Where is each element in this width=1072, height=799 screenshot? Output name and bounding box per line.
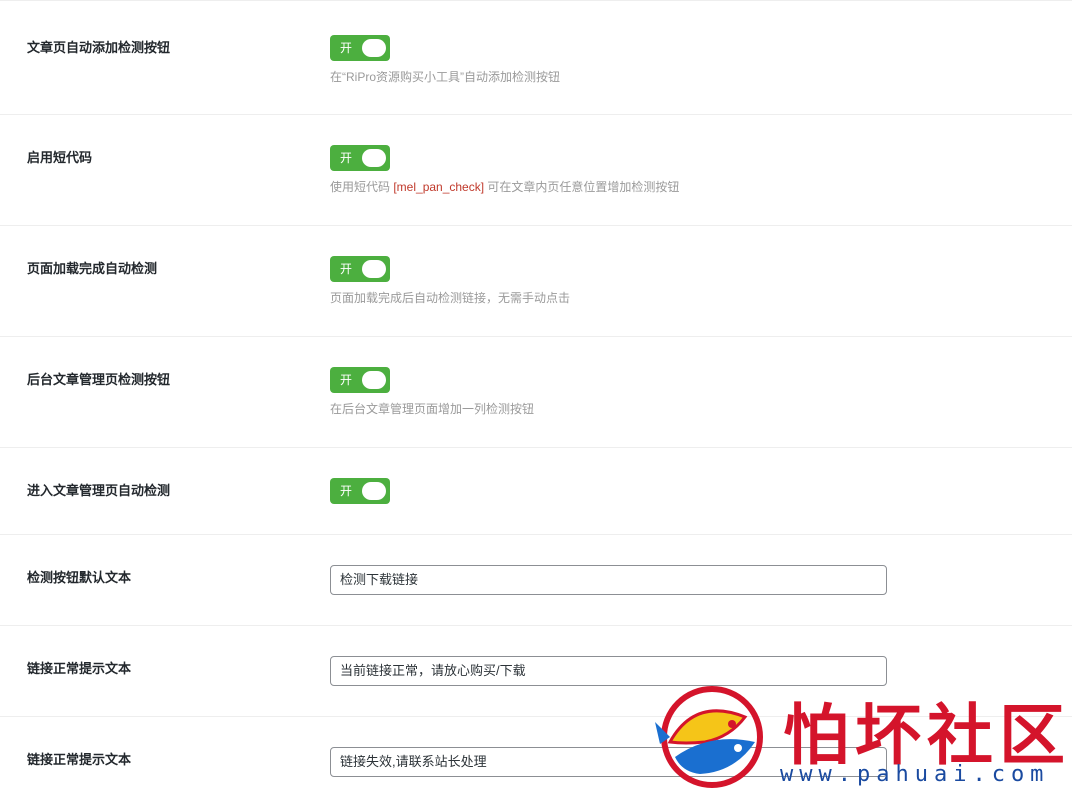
toggle-state-label: 开 — [340, 151, 353, 165]
setting-label: 后台文章管理页检测按钮 — [27, 372, 171, 387]
setting-row-shortcode: 启用短代码 开 使用短代码 [mel_pan_check] 可在文章内页任意位置… — [0, 115, 1072, 226]
button-text-input[interactable]: 检测下载链接 — [330, 565, 887, 595]
setting-description: 使用短代码 [mel_pan_check] 可在文章内页任意位置增加检测按钮 — [330, 178, 679, 195]
fish-logo-icon — [655, 686, 763, 788]
setting-label: 页面加载完成自动检测 — [27, 261, 158, 276]
admin-button-toggle[interactable]: 开 — [330, 367, 390, 393]
page-load-check-toggle[interactable]: 开 — [330, 256, 390, 282]
admin-auto-check-toggle[interactable]: 开 — [330, 478, 390, 504]
desc-suffix: 可在文章内页任意位置增加检测按钮 — [484, 180, 680, 194]
setting-description: 在后台文章管理页面增加一列检测按钮 — [330, 402, 535, 416]
watermark-url: www.pahuai.com — [780, 762, 1050, 787]
desc-prefix: 使用短代码 — [330, 180, 394, 194]
toggle-state-label: 开 — [340, 484, 353, 498]
setting-label: 进入文章管理页自动检测 — [27, 483, 171, 498]
setting-label: 链接正常提示文本 — [27, 752, 132, 767]
auto-button-toggle[interactable]: 开 — [330, 35, 390, 61]
setting-label: 链接正常提示文本 — [27, 661, 132, 676]
setting-label: 检测按钮默认文本 — [27, 570, 132, 585]
setting-row-button-text: 检测按钮默认文本 检测下载链接 — [0, 535, 1072, 626]
toggle-knob — [362, 482, 386, 500]
setting-description: 在“RiPro资源购买小工具”自动添加检测按钮 — [330, 70, 560, 84]
watermark: 怕坏社区 www.pahuai.com — [650, 682, 1065, 792]
toggle-knob — [362, 371, 386, 389]
setting-row-article-auto-button: 文章页自动添加检测按钮 开 在“RiPro资源购买小工具”自动添加检测按钮 — [0, 0, 1072, 115]
setting-description: 页面加载完成后自动检测链接，无需手动点击 — [330, 291, 571, 305]
shortcode-text: [mel_pan_check] — [393, 180, 485, 194]
toggle-state-label: 开 — [340, 262, 353, 276]
setting-label: 启用短代码 — [27, 150, 93, 165]
toggle-knob — [362, 39, 386, 57]
setting-row-page-load-check: 页面加载完成自动检测 开 页面加载完成后自动检测链接，无需手动点击 — [0, 226, 1072, 337]
setting-label: 文章页自动添加检测按钮 — [27, 40, 171, 55]
setting-row-admin-button: 后台文章管理页检测按钮 开 在后台文章管理页面增加一列检测按钮 — [0, 337, 1072, 448]
toggle-state-label: 开 — [340, 41, 353, 55]
shortcode-toggle[interactable]: 开 — [330, 145, 390, 171]
toggle-knob — [362, 260, 386, 278]
toggle-knob — [362, 149, 386, 167]
setting-row-admin-auto-check: 进入文章管理页自动检测 开 — [0, 448, 1072, 535]
toggle-state-label: 开 — [340, 373, 353, 387]
